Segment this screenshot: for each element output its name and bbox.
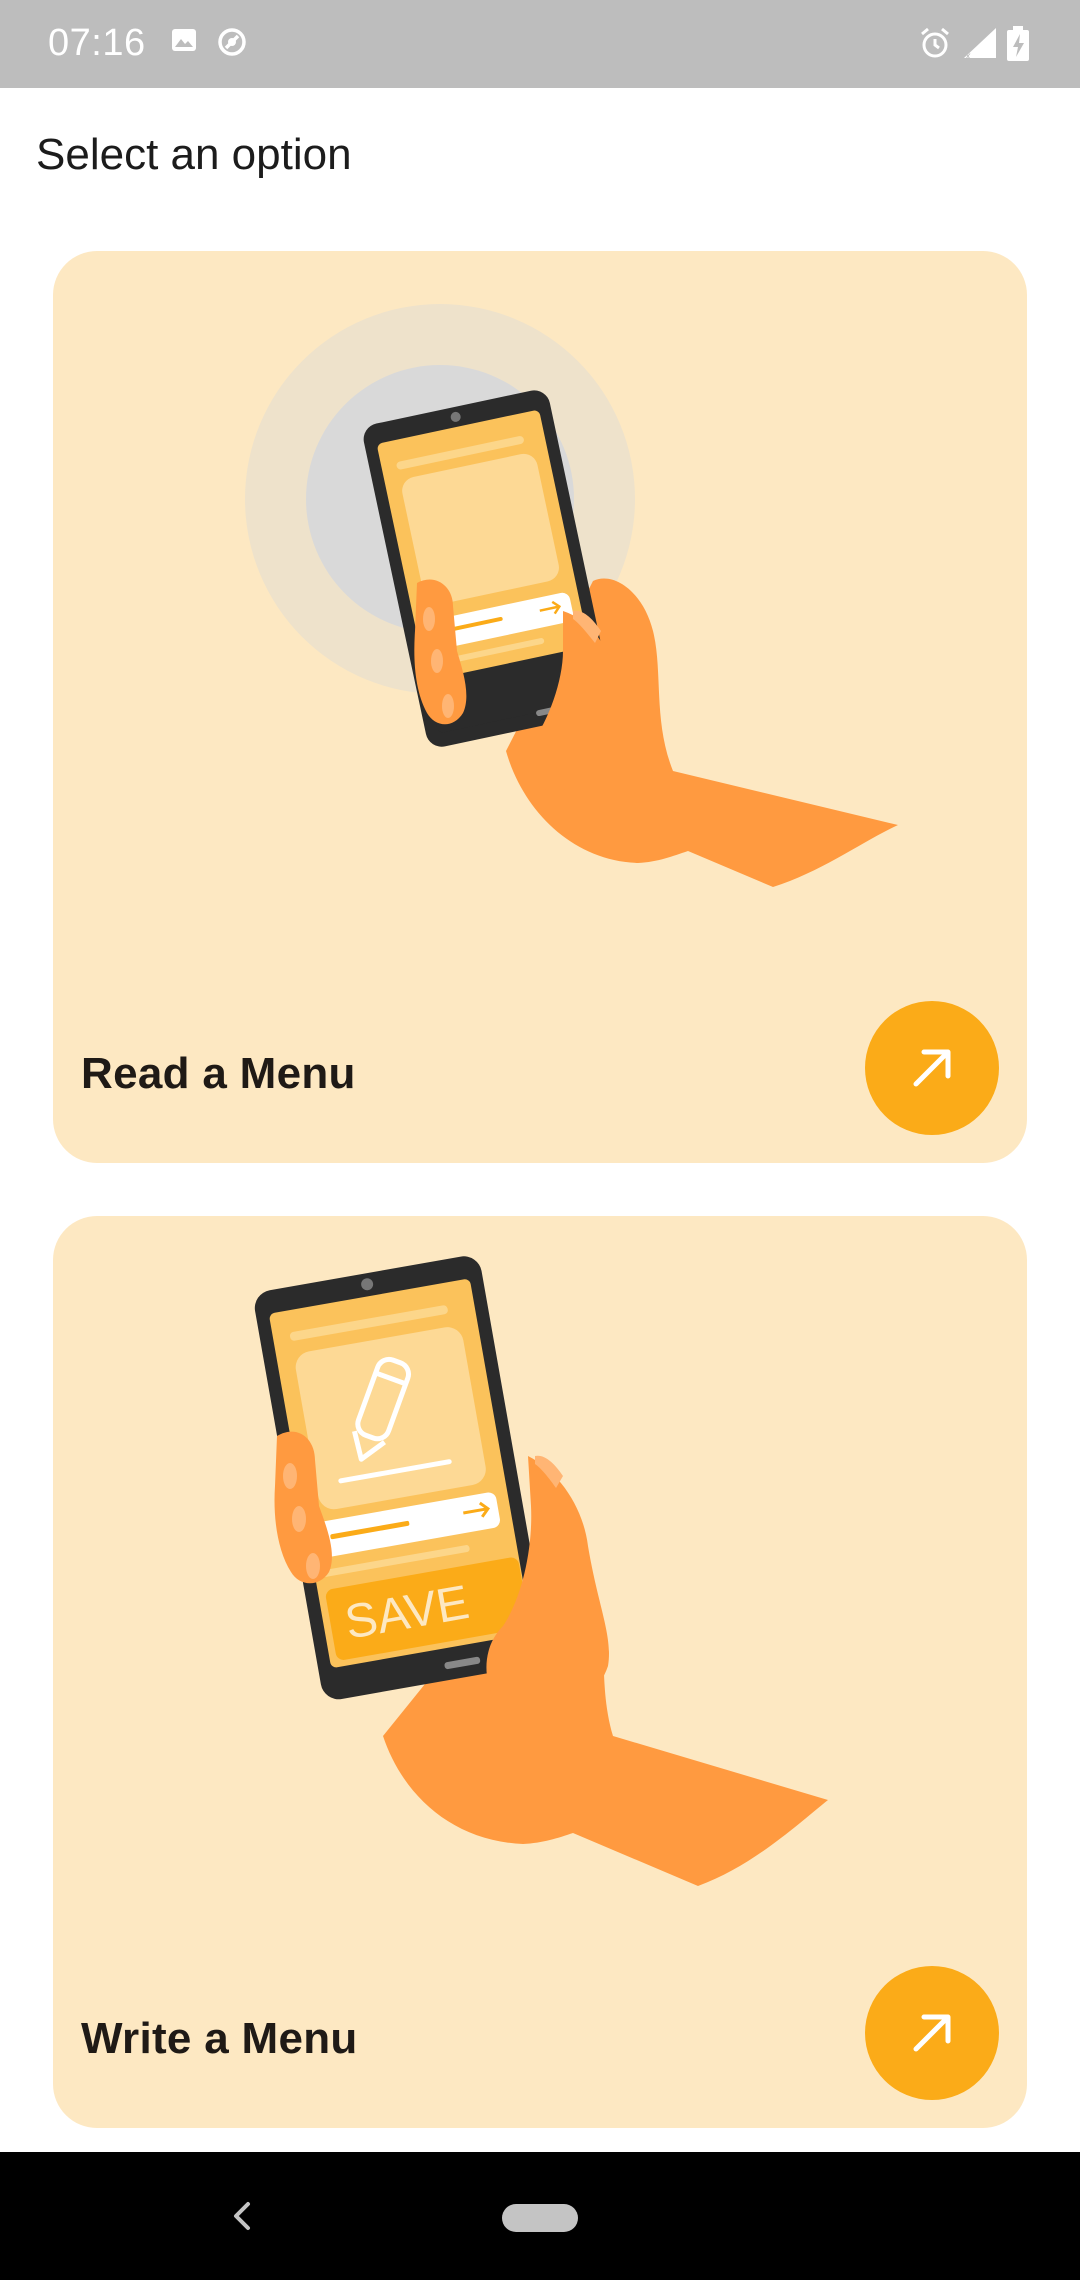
svg-text:x: x: [965, 51, 971, 60]
status-time: 07:16: [48, 22, 146, 64]
hand-holding-phone-illustration: [53, 251, 1027, 1011]
page-title: Select an option: [36, 130, 352, 179]
alarm-icon: [918, 26, 952, 65]
back-icon[interactable]: [222, 2190, 262, 2247]
signal-icon: x: [962, 26, 998, 65]
write-menu-card[interactable]: SAVE Write a Menu: [53, 1216, 1027, 2128]
battery-charging-icon: [1006, 26, 1030, 67]
arrow-up-right-icon: [913, 1049, 951, 1087]
hand-holding-phone-save-illustration: SAVE: [53, 1216, 1027, 1976]
image-icon: [170, 26, 198, 59]
read-menu-card[interactable]: Read a Menu: [53, 251, 1027, 1163]
write-menu-label: Write a Menu: [81, 2014, 358, 2063]
sync-icon: [216, 26, 248, 63]
read-menu-label: Read a Menu: [81, 1049, 356, 1098]
write-menu-open-button[interactable]: [865, 1966, 999, 2100]
read-menu-open-button[interactable]: [865, 1001, 999, 1135]
status-bar: 07:16 x: [0, 0, 1080, 88]
arrow-up-right-icon: [913, 2014, 951, 2052]
home-pill-icon[interactable]: [502, 2204, 578, 2232]
